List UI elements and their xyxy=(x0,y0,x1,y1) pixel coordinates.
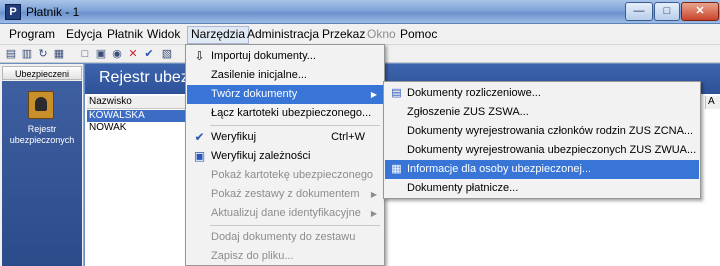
menu-item-aktualizuj-dane: Aktualizuj dane identyfikacyjne ▶ xyxy=(187,204,383,223)
window-title: Płatnik - 1 xyxy=(26,5,80,19)
menu-separator xyxy=(210,125,380,126)
menu-platnik[interactable]: Płatnik xyxy=(104,27,146,43)
menu-program[interactable]: Program xyxy=(6,27,58,43)
page-title: Rejestr ubezpieczonych xyxy=(99,69,199,86)
menu-item-zasilenie[interactable]: Zasilenie inicjalne... xyxy=(187,66,383,85)
submenu-item-label: Informacje dla osoby ubezpieczonej... xyxy=(407,163,592,175)
app-icon[interactable]: P xyxy=(5,4,21,20)
submenu-item-zgloszenie-zswa[interactable]: Zgłoszenie ZUS ZSWA... xyxy=(385,103,699,122)
menu-item-tworz-dokumenty[interactable]: Twórz dokumenty ▶ xyxy=(187,85,383,104)
submenu-item-label: Dokumenty wyrejestrowania ubezpieczonych… xyxy=(407,144,697,156)
document-icon[interactable]: ▦ xyxy=(52,47,66,61)
column-header-right[interactable]: A xyxy=(705,96,720,109)
menu-item-weryfikuj[interactable]: ✔ Weryfikuj Ctrl+W xyxy=(187,128,383,147)
menu-item-label: Zasilenie inicjalne... xyxy=(211,69,307,81)
submenu-item-label: Dokumenty płatnicze... xyxy=(407,182,519,194)
refresh-icon[interactable]: ↻ xyxy=(36,47,50,61)
eye-icon[interactable]: ◉ xyxy=(110,47,124,61)
menu-item-zapisz-do-pliku: Zapisz do pliku... xyxy=(187,247,383,266)
menu-item-dodaj-dokumenty: Dodaj dokumenty do zestawu xyxy=(187,228,383,247)
registry-label[interactable]: Rejestr ubezpieczonych xyxy=(2,124,82,146)
menu-item-label: Pokaż kartotekę ubezpieczonego xyxy=(211,169,374,181)
menu-item-label: Twórz dokumenty xyxy=(211,88,298,100)
minimize-button[interactable]: — xyxy=(625,2,653,21)
submenu-item-informacje[interactable]: ▦ Informacje dla osoby ubezpieczonej... xyxy=(385,160,699,179)
verify-dependencies-icon: ▣ xyxy=(193,149,206,163)
menu-okno: Okno xyxy=(367,27,396,41)
print-icon[interactable]: ▤ xyxy=(4,47,18,61)
menu-item-pokaz-kartoteke: Pokaż kartotekę ubezpieczonego xyxy=(187,166,383,185)
menu-item-label: Łącz kartoteki ubezpieczonego... xyxy=(211,107,372,119)
submenu-item-dokumenty-rozliczeniowe[interactable]: ▤ Dokumenty rozliczeniowe... xyxy=(385,84,699,103)
tools-menu-dropdown: ⇩ Importuj dokumenty... Zasilenie inicja… xyxy=(185,44,385,266)
check-icon[interactable]: ✔ xyxy=(142,47,156,61)
menu-item-shortcut: Ctrl+W xyxy=(331,131,365,143)
tool-icon[interactable]: ▧ xyxy=(160,47,174,61)
maximize-button[interactable]: □ xyxy=(654,2,680,21)
menu-item-label: Dodaj dokumenty do zestawu xyxy=(211,231,356,243)
menu-item-label: Pokaż zestawy z dokumentem xyxy=(211,188,360,200)
menu-narzedzia[interactable]: Narzędzia xyxy=(187,26,250,44)
left-panel-header[interactable]: Ubezpieczeni xyxy=(2,66,82,80)
submenu-item-zcna[interactable]: Dokumenty wyrejestrowania członków rodzi… xyxy=(385,122,699,141)
registry-icon[interactable] xyxy=(28,91,54,119)
delete-icon[interactable]: ✕ xyxy=(126,47,140,61)
submenu-arrow-icon: ▶ xyxy=(370,209,377,218)
menu-item-importuj[interactable]: ⇩ Importuj dokumenty... xyxy=(187,47,383,66)
import-icon: ⇩ xyxy=(194,49,205,63)
check-icon: ✔ xyxy=(194,130,205,144)
info-card-icon: ▦ xyxy=(391,163,402,175)
menu-edycja[interactable]: Edycja xyxy=(63,27,105,43)
new-icon[interactable]: □ xyxy=(78,47,92,61)
menu-bar: Program Edycja Płatnik Widok Narzędzia A… xyxy=(0,24,720,45)
print-preview-icon[interactable]: ▥ xyxy=(20,47,34,61)
submenu-item-label: Dokumenty rozliczeniowe... xyxy=(407,87,541,99)
menu-separator xyxy=(210,225,380,226)
menu-przekaz[interactable]: Przekaz xyxy=(319,27,368,43)
title-bar: P Płatnik - 1 — □ ✕ xyxy=(0,0,720,24)
menu-widok[interactable]: Widok xyxy=(144,27,183,43)
menu-item-label: Zapisz do pliku... xyxy=(211,250,294,262)
menu-pomoc[interactable]: Pomoc xyxy=(397,27,440,43)
submenu-item-zwua[interactable]: Dokumenty wyrejestrowania ubezpieczonych… xyxy=(385,141,699,160)
left-panel-body: Rejestr ubezpieczonych xyxy=(2,81,82,266)
menu-item-label: Aktualizuj dane identyfikacyjne xyxy=(211,207,361,219)
submenu-item-dokumenty-platnicze[interactable]: Dokumenty płatnicze... xyxy=(385,179,699,198)
submenu-item-label: Zgłoszenie ZUS ZSWA... xyxy=(407,106,529,118)
menu-administracja[interactable]: Administracja xyxy=(244,27,322,43)
menu-item-pokaz-zestawy: Pokaż zestawy z dokumentem ▶ xyxy=(187,185,383,204)
menu-item-weryfikuj-zaleznosci[interactable]: ▣ Weryfikuj zależności xyxy=(187,147,383,166)
menu-item-label: Weryfikuj xyxy=(211,131,257,143)
open-icon[interactable]: ▣ xyxy=(94,47,108,61)
create-documents-submenu: ▤ Dokumenty rozliczeniowe... Zgłoszenie … xyxy=(383,81,701,199)
menu-item-label: Importuj dokumenty... xyxy=(211,50,316,62)
close-button[interactable]: ✕ xyxy=(681,2,719,21)
submenu-item-label: Dokumenty wyrejestrowania członków rodzi… xyxy=(407,125,694,137)
menu-item-lacz-kartoteki[interactable]: Łącz kartoteki ubezpieczonego... xyxy=(187,104,383,123)
submenu-arrow-icon: ▶ xyxy=(370,90,377,99)
menu-item-label: Weryfikuj zależności xyxy=(211,150,311,162)
left-panel: Ubezpieczeni Rejestr ubezpieczonych xyxy=(0,64,84,266)
documents-icon: ▤ xyxy=(391,87,402,99)
submenu-arrow-icon: ▶ xyxy=(370,190,377,199)
